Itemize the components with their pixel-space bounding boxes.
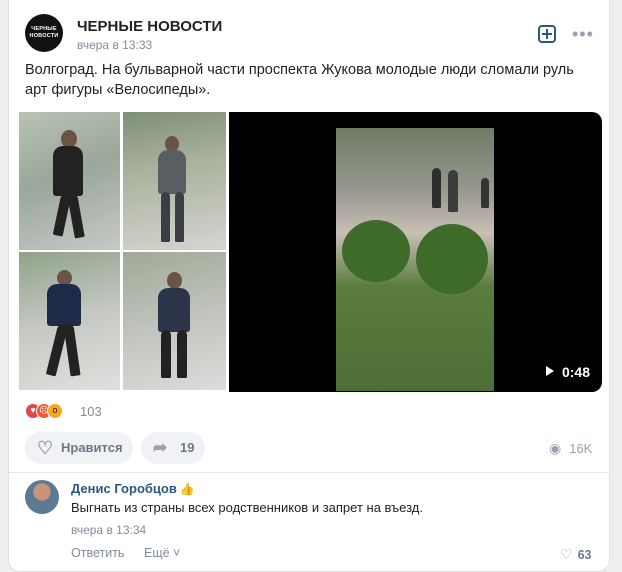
views-counter: ◉ 16K (549, 440, 592, 457)
like-label: Нравится (61, 440, 123, 455)
post-time[interactable]: вчера в 13:33 (77, 38, 152, 52)
post-card: ЧЕРНЫЕ НОВОСТИ ЧЕРНЫЕ НОВОСТИ вчера в 13… (8, 0, 610, 572)
thumbs-up-icon: 👍 (179, 482, 195, 496)
video-thumbnail (336, 128, 494, 391)
comment-like-button[interactable]: ♡ 63 (560, 546, 591, 563)
photo-4[interactable] (123, 252, 226, 390)
group-avatar[interactable]: ЧЕРНЫЕ НОВОСТИ (25, 14, 63, 52)
photo-3[interactable] (19, 252, 120, 390)
views-count: 16K (569, 441, 593, 456)
chevron-down-icon: ˅ (169, 546, 181, 560)
video-duration-text: 0:48 (561, 364, 590, 380)
comment-author-name: Денис Горобцов (71, 481, 177, 496)
more-horizontal-icon[interactable]: ••• (572, 24, 594, 45)
share-button[interactable]: ➦ 19 (141, 432, 205, 464)
photo-2[interactable] (123, 112, 226, 250)
photo-1[interactable] (19, 112, 120, 250)
post-header: ЧЕРНЫЕ НОВОСТИ ЧЕРНЫЕ НОВОСТИ вчера в 13… (25, 14, 595, 56)
comments-divider (9, 472, 609, 473)
share-arrow-icon: ➦ (153, 438, 168, 457)
share-count: 19 (180, 440, 195, 455)
reply-button[interactable]: Ответить (71, 546, 124, 560)
avatar-text-line-2: НОВОСТИ (29, 33, 59, 39)
commenter-avatar[interactable] (25, 480, 59, 514)
like-button[interactable]: ♡ Нравится (25, 432, 133, 464)
heart-icon: ♡ (560, 546, 573, 562)
comment-author[interactable]: Денис Горобцов 👍 (71, 481, 195, 496)
heart-icon: ♡ (37, 438, 54, 458)
add-square-icon[interactable] (538, 25, 556, 43)
comment-time[interactable]: вчера в 13:34 (71, 523, 146, 537)
comment-like-count: 63 (577, 548, 592, 562)
surprised-reaction-icon: o (47, 403, 63, 419)
play-icon (545, 366, 554, 376)
comment-more-button[interactable]: Ещё ˅ (144, 546, 180, 560)
avatar-text-line-1: ЧЕРНЫЕ (31, 26, 57, 32)
post-text: Волгоград. На бульварной части проспекта… (25, 62, 574, 98)
video-player[interactable]: 0:48 (229, 112, 602, 392)
group-name-link[interactable]: ЧЕРНЫЕ НОВОСТИ (77, 18, 222, 35)
eye-icon: ◉ (549, 440, 562, 456)
comment-text: Выгнать из страны всех родственников и з… (71, 500, 423, 515)
video-duration: 0:48 (545, 364, 590, 380)
reaction-count: 103 (80, 404, 102, 419)
comment-more-label: Ещё (144, 546, 170, 560)
